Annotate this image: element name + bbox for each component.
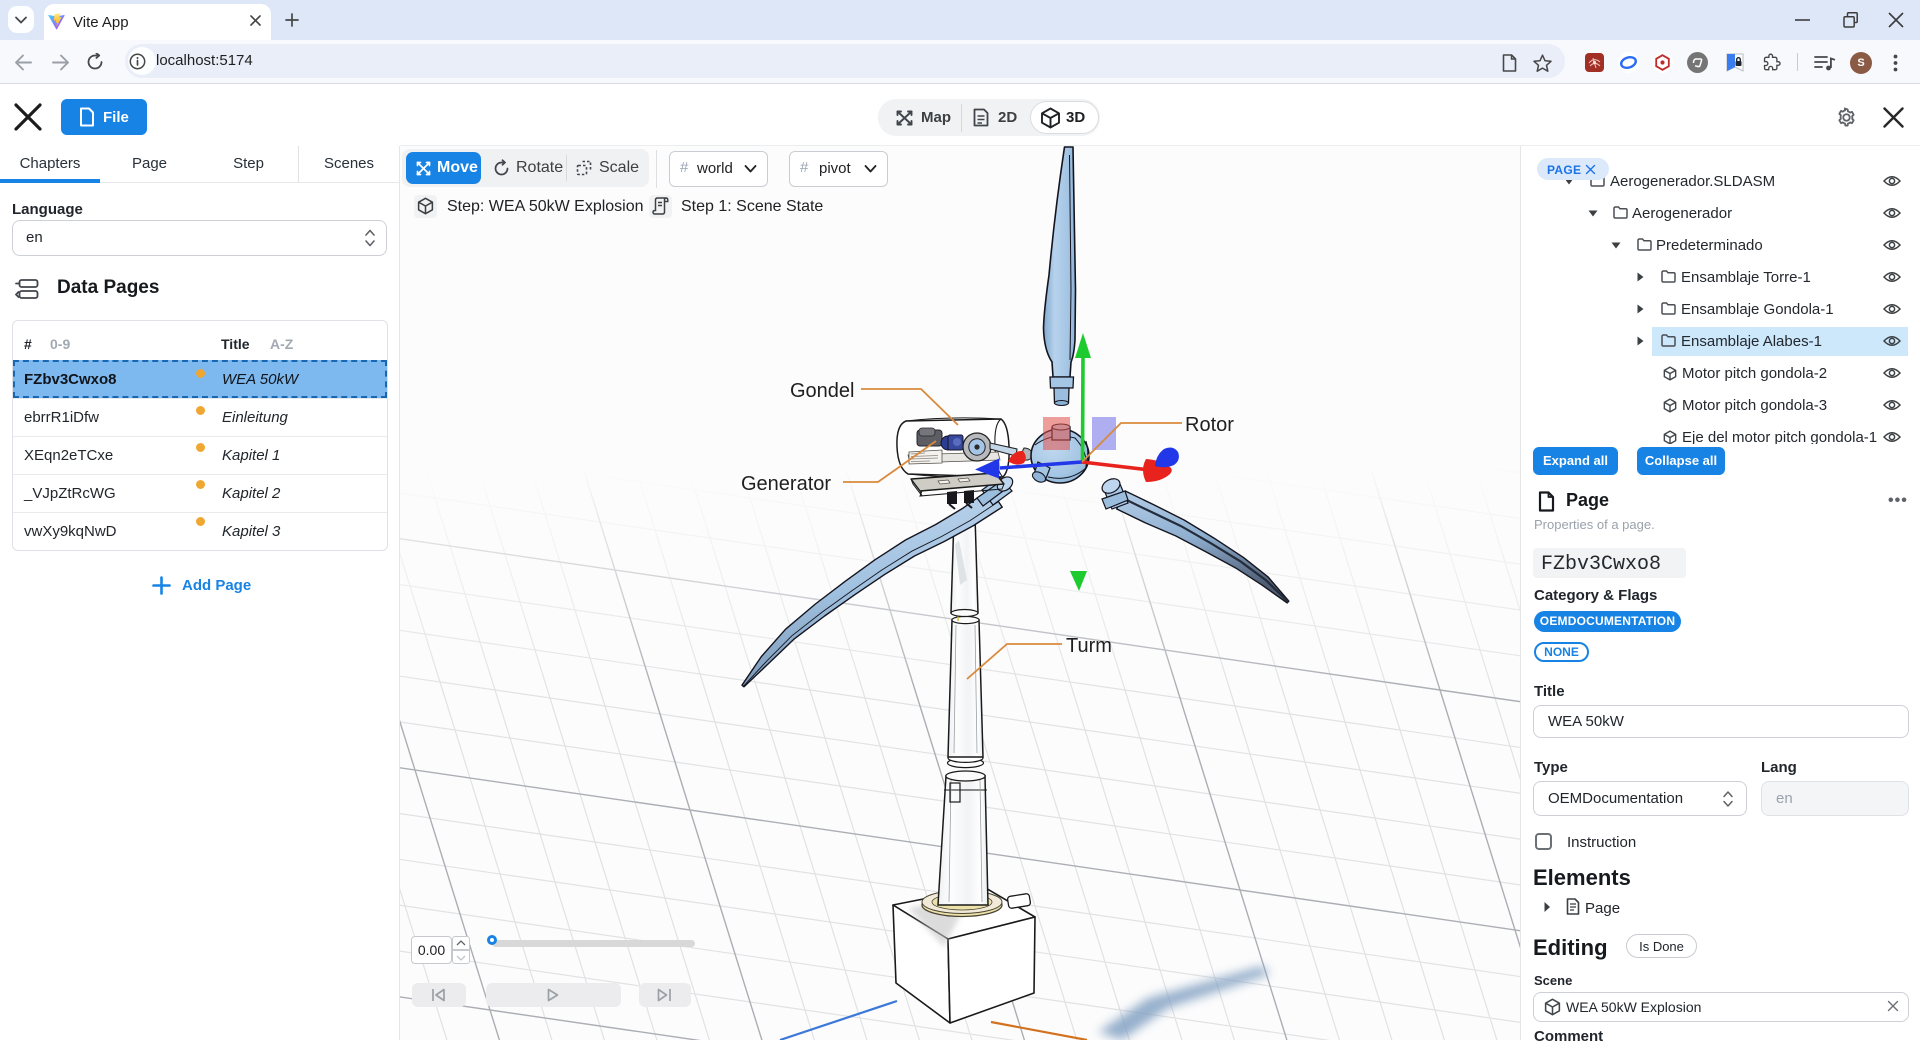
- svg-text:Rotor: Rotor: [1185, 414, 1234, 436]
- svg-text:Generator: Generator: [741, 473, 831, 495]
- svg-text:Turm: Turm: [1066, 635, 1112, 657]
- svg-text:Gondel: Gondel: [790, 380, 855, 402]
